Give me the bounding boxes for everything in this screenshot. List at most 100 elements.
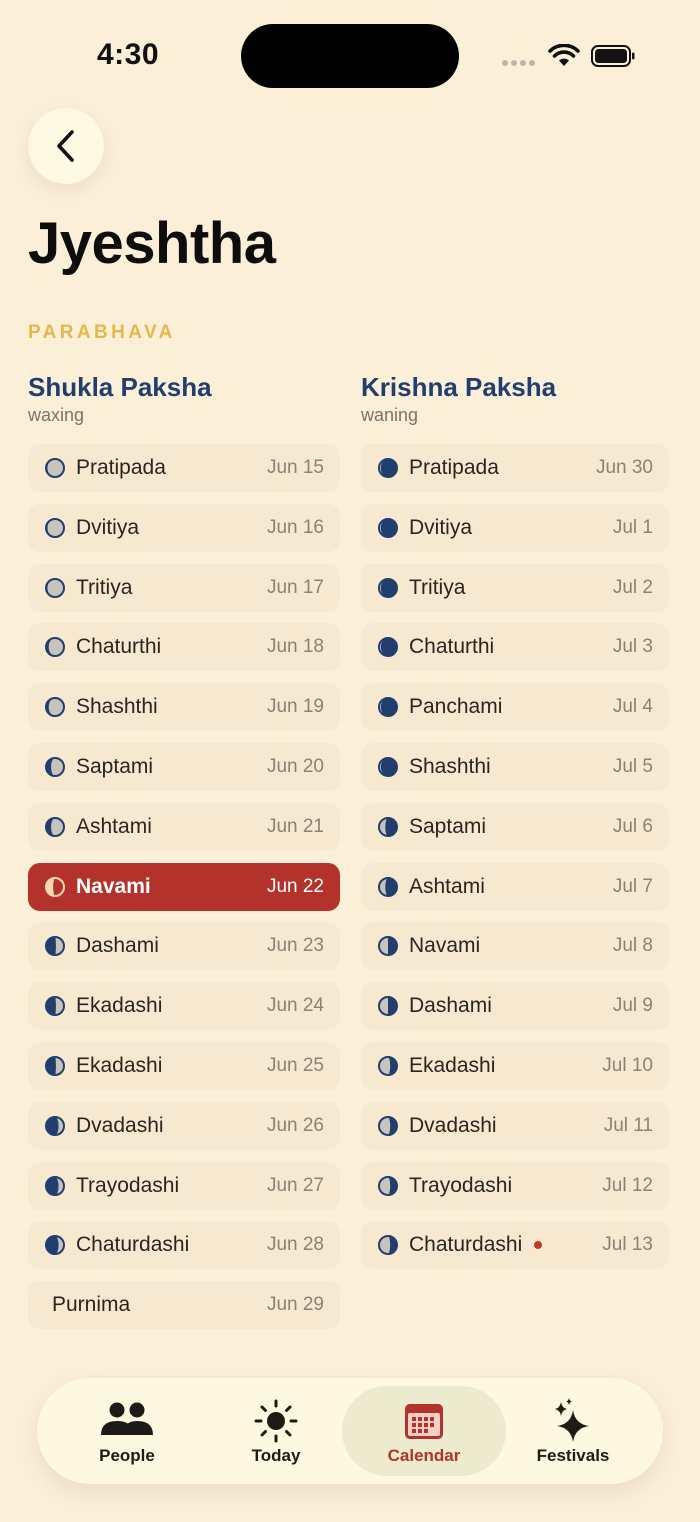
tithi-row-dashami[interactable]: Dashami Jul 9 <box>361 982 669 1031</box>
tithi-name: Tritiya <box>409 575 466 599</box>
tithi-date: Jul 12 <box>602 1174 653 1196</box>
tithi-row-purnima[interactable]: Purnima Jun 29 <box>28 1281 340 1330</box>
tab-festivals[interactable]: Festivals <box>491 1386 655 1476</box>
tithi-row-ekadashi[interactable]: Ekadashi Jul 10 <box>361 1042 669 1090</box>
krishna-paksha-title: Krishna Paksha <box>361 372 557 402</box>
year-label: PARABHAVA <box>28 322 176 343</box>
moon-phase-icon <box>45 1175 65 1196</box>
tithi-name: Navami <box>76 874 151 898</box>
shukla-paksha-column: Shukla Paksha waxing Pratipada Jun 15 Dvit… <box>28 372 340 1330</box>
calendar-icon <box>405 1404 443 1439</box>
shukla-paksha-title: Shukla Paksha <box>28 372 212 402</box>
tithi-date: Jul 1 <box>612 516 653 538</box>
tithi-name: Ashtami <box>76 814 152 838</box>
tithi-row-tritiya[interactable]: Tritiya Jul 2 <box>361 563 669 612</box>
moon-phase-icon <box>378 517 398 538</box>
tab-label: People <box>99 1446 155 1465</box>
tithi-date: Jul 7 <box>612 875 653 897</box>
tithi-row-dvitiya[interactable]: Dvitiya Jul 1 <box>361 503 669 552</box>
tithi-row-chaturdashi[interactable]: Chaturdashi Jul 13 <box>361 1221 669 1270</box>
tithi-date: Jul 8 <box>612 935 653 957</box>
moon-phase-icon <box>45 637 65 658</box>
tithi-name: Chaturdashi <box>76 1233 190 1257</box>
back-button[interactable] <box>28 108 104 184</box>
battery-icon <box>591 45 635 67</box>
tab-label: Calendar <box>387 1446 461 1465</box>
tab-label: Today <box>251 1446 301 1465</box>
moon-phase-icon <box>378 1056 398 1076</box>
tithi-row-navami[interactable]: Navami Jul 8 <box>361 922 669 971</box>
tithi-date: Jun 28 <box>266 1234 324 1256</box>
tithi-date: Jun 24 <box>266 995 324 1017</box>
moon-phase-icon <box>45 517 65 538</box>
chevron-left-icon <box>57 130 74 162</box>
tithi-date: Jul 3 <box>612 636 653 658</box>
moon-phase-icon <box>45 876 65 897</box>
tithi-row-pratipada[interactable]: Pratipada Jun 15 <box>28 444 340 492</box>
tithi-date: Jun 26 <box>266 1114 324 1136</box>
shukla-paksha-subtitle: waxing <box>28 405 85 425</box>
tithi-name: Dvadashi <box>76 1113 164 1137</box>
tithi-row-ekadashi[interactable]: Ekadashi Jun 25 <box>28 1042 340 1090</box>
moon-phase-icon <box>378 697 398 718</box>
tithi-row-dashami[interactable]: Dashami Jun 23 <box>28 922 340 971</box>
tab-calendar[interactable]: Calendar <box>342 1386 506 1476</box>
tithi-name: Pratipada <box>409 456 499 479</box>
tithi-date: Jun 20 <box>266 756 324 777</box>
tab-today[interactable]: Today <box>194 1386 358 1476</box>
tithi-name: Pratipada <box>76 456 166 479</box>
tithi-row-ashtami[interactable]: Ashtami Jun 21 <box>28 802 340 851</box>
tithi-name: Dvitiya <box>76 515 140 539</box>
tithi-row-dvadashi[interactable]: Dvadashi Jun 26 <box>28 1101 340 1150</box>
tithi-row-panchami[interactable]: Panchami Jul 4 <box>361 683 669 732</box>
tithi-row-navami[interactable]: Navami Jun 22 <box>28 862 340 911</box>
tithi-name: Ekadashi <box>76 994 163 1018</box>
tithi-row-chaturdashi[interactable]: Chaturdashi Jun 28 <box>28 1221 340 1270</box>
tithi-row-trayodashi[interactable]: Trayodashi Jun 27 <box>28 1161 340 1210</box>
krishna-paksha-column: Krishna Paksha waning Pratipada Jun 30 Dvi… <box>361 372 669 1270</box>
tithi-date: Jul 9 <box>612 995 653 1017</box>
moon-phase-icon <box>378 816 398 837</box>
moon-phase-icon <box>45 1235 65 1256</box>
tithi-date: Jul 6 <box>612 815 653 837</box>
tithi-row-saptami[interactable]: Saptami Jul 6 <box>361 802 669 851</box>
krishna-paksha-subtitle: waning <box>361 405 419 425</box>
tithi-row-shashthi[interactable]: Shashthi Jul 5 <box>361 743 669 791</box>
moon-phase-icon <box>45 1115 65 1136</box>
moon-phase-icon <box>378 1115 398 1136</box>
tithi-row-saptami[interactable]: Saptami Jun 20 <box>28 743 340 791</box>
tab-bar: People Today Calendar Festivals <box>37 1378 663 1484</box>
tithi-row-ashtami[interactable]: Ashtami Jul 7 <box>361 862 669 911</box>
moon-phase-icon <box>45 936 65 957</box>
tithi-row-ekadashi[interactable]: Ekadashi Jun 24 <box>28 982 340 1031</box>
tithi-row-chaturthi[interactable]: Chaturthi Jun 18 <box>28 623 340 672</box>
tithi-row-dvadashi[interactable]: Dvadashi Jul 11 <box>361 1101 669 1150</box>
sparkles-icon <box>555 1398 589 1442</box>
tithi-date: Jun 15 <box>266 457 324 478</box>
tithi-row-chaturthi[interactable]: Chaturthi Jul 3 <box>361 623 669 672</box>
tithi-row-pratipada[interactable]: Pratipada Jun 30 <box>361 444 669 492</box>
moon-phase-icon <box>378 1235 398 1256</box>
tithi-name: Dvitiya <box>409 515 473 539</box>
tithi-name: Ekadashi <box>409 1054 496 1077</box>
tithi-date: Jul 10 <box>602 1055 653 1076</box>
tithi-name: Ekadashi <box>76 1054 163 1077</box>
tithi-row-dvitiya[interactable]: Dvitiya Jun 16 <box>28 503 340 552</box>
tithi-name: Trayodashi <box>76 1173 180 1197</box>
tithi-date: Jun 16 <box>266 516 324 538</box>
people-icon <box>101 1402 153 1435</box>
tithi-date: Jun 29 <box>266 1294 324 1316</box>
tab-people[interactable]: People <box>45 1386 209 1476</box>
tithi-date: Jun 17 <box>266 576 324 598</box>
tithi-name: Shashthi <box>76 695 158 719</box>
tithi-date: Jun 21 <box>266 815 324 837</box>
tithi-row-tritiya[interactable]: Tritiya Jun 17 <box>28 563 340 612</box>
tithi-date: Jul 11 <box>603 1114 653 1136</box>
tithi-row-shashthi[interactable]: Shashthi Jun 19 <box>28 683 340 732</box>
tithi-row-trayodashi[interactable]: Trayodashi Jul 12 <box>361 1161 669 1210</box>
tithi-date: Jun 22 <box>266 875 324 897</box>
tithi-name: Trayodashi <box>409 1173 513 1197</box>
moon-phase-icon <box>45 458 65 478</box>
event-marker-dot <box>534 1241 543 1250</box>
moon-phase-icon <box>378 876 398 897</box>
